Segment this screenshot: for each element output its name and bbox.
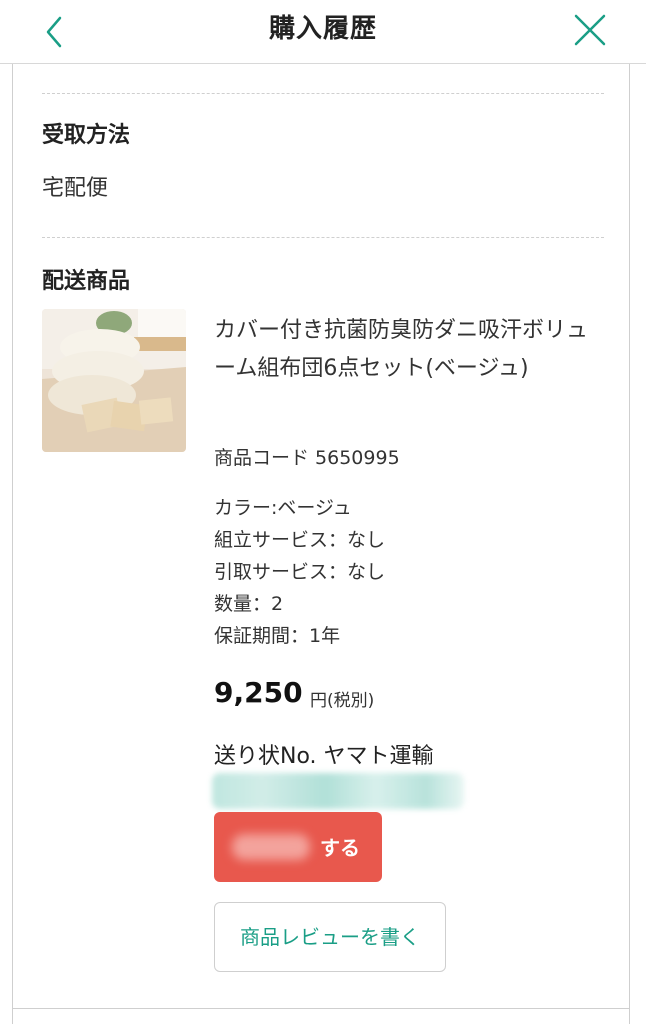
spec-warranty: 保証期間：1年 [214, 625, 341, 647]
close-button[interactable] [566, 8, 614, 56]
spec-quantity: 数量：2 [214, 593, 284, 615]
delivery-item-title: 配送商品 [42, 269, 131, 294]
product-thumbnail[interactable] [42, 309, 186, 452]
spec-color: カラー:ベージュ [214, 497, 352, 519]
redacted-button-text [232, 834, 310, 860]
action-button[interactable]: する [214, 812, 382, 882]
product-code: 商品コード 5650995 [214, 447, 400, 469]
spec-pickup-service: 引取サービス：なし [214, 561, 386, 583]
product-price: 9,250 [214, 676, 303, 709]
redacted-tracking-number [212, 773, 464, 809]
price-unit: 円(税別) [310, 691, 375, 711]
close-icon [574, 14, 606, 46]
app-header: 購入履歴 [0, 0, 646, 64]
write-review-button[interactable]: 商品レビューを書く [214, 902, 446, 972]
divider [12, 1008, 630, 1009]
divider [42, 237, 604, 238]
invoice-number: 送り状No. ヤマト運輸 [214, 744, 434, 769]
receipt-method-value: 宅配便 [42, 176, 109, 201]
product-name[interactable]: カバー付き抗菌防臭防ダニ吸汗ボリューム組布団6点セット(ベージュ) [214, 312, 598, 388]
divider [42, 93, 604, 94]
page-title: 購入履歴 [268, 14, 377, 44]
receipt-method-title: 受取方法 [42, 123, 131, 148]
action-button-label: する [320, 836, 360, 860]
spec-assembly-service: 組立サービス：なし [214, 529, 386, 551]
